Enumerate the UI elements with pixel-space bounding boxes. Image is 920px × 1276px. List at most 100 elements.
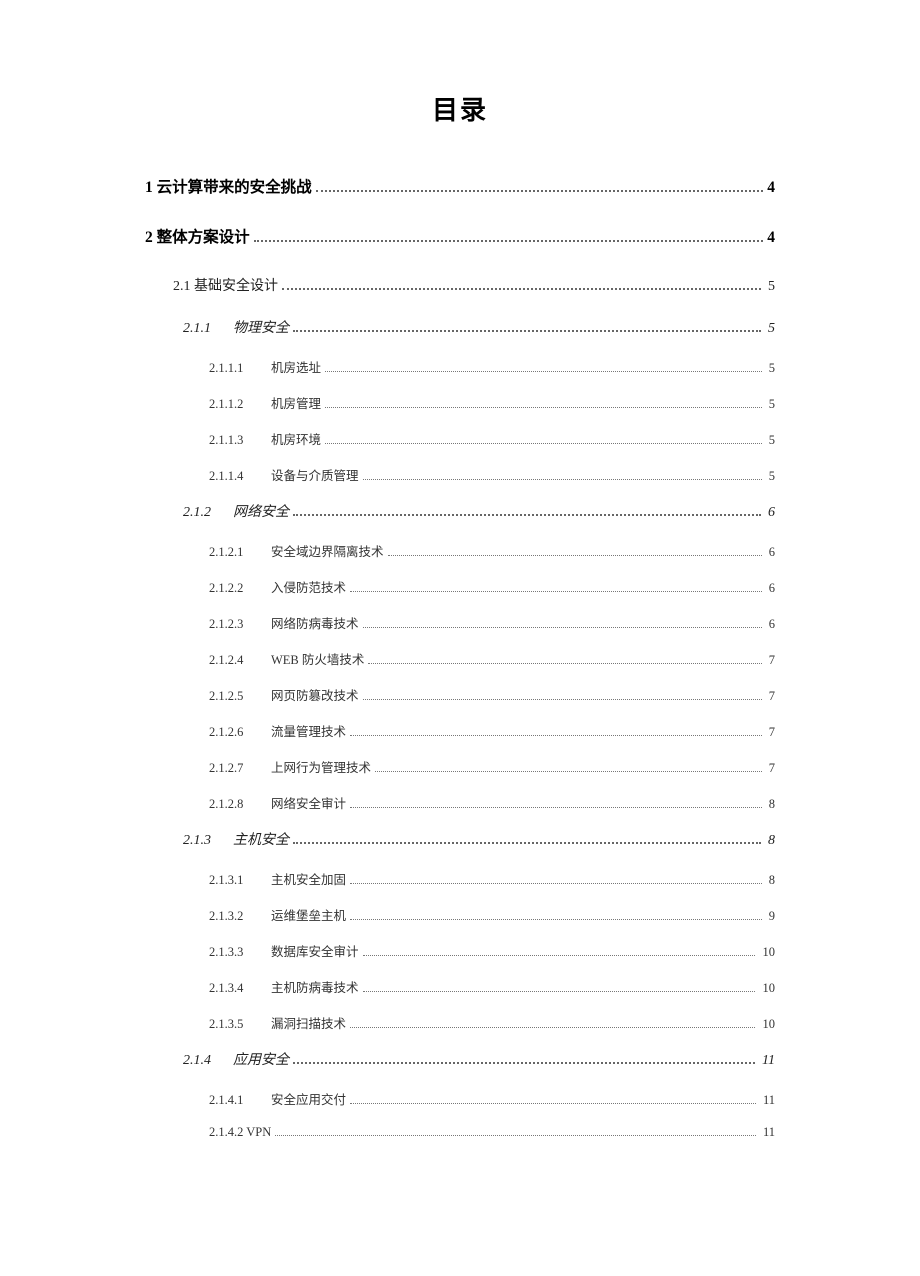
toc-entry: 2.1.3.3数据库安全审计 10 <box>209 941 775 960</box>
toc-entry: 2.1.1.2机房管理 5 <box>209 393 775 412</box>
toc-entry: 2.1 基础安全设计 5 <box>173 275 775 295</box>
leader-dots <box>254 228 764 242</box>
toc-entry: 2.1.2.8网络安全审计 8 <box>209 793 775 812</box>
entry-label: 2.1.1.1机房选址 <box>209 357 321 376</box>
entry-page: 8 <box>766 873 775 888</box>
leader-dots <box>363 689 762 700</box>
entry-label: 2.1.2.3网络防病毒技术 <box>209 613 359 632</box>
entry-page: 8 <box>766 797 775 812</box>
toc-entry: 2.1.2.4WEB 防火墙技术 7 <box>209 649 775 668</box>
entry-page: 6 <box>766 617 775 632</box>
entry-page: 11 <box>759 1053 775 1069</box>
toc-entry: 2.1.2.6流量管理技术 7 <box>209 721 775 740</box>
entry-page: 6 <box>766 545 775 560</box>
entry-page: 5 <box>765 279 776 295</box>
toc-entry: 2.1.2.1安全域边界隔离技术 6 <box>209 541 775 560</box>
toc-entry: 2.1.1.3机房环境 5 <box>209 429 775 448</box>
leader-dots <box>350 797 762 808</box>
leader-dots <box>316 178 764 192</box>
entry-page: 10 <box>759 945 775 960</box>
entry-page: 9 <box>766 909 775 924</box>
entry-page: 4 <box>767 179 775 197</box>
toc-entry: 2.1.4应用安全 11 <box>183 1049 775 1069</box>
entry-page: 11 <box>760 1093 775 1108</box>
leader-dots <box>293 503 761 516</box>
leader-dots <box>363 617 762 628</box>
entry-page: 7 <box>766 725 775 740</box>
entry-label: 2.1.3.1主机安全加固 <box>209 869 346 888</box>
leader-dots <box>325 397 762 408</box>
leader-dots <box>388 545 762 556</box>
entry-label: 2.1.2.7上网行为管理技术 <box>209 757 371 776</box>
leader-dots <box>282 277 761 290</box>
entry-label: 2.1.2.5网页防篡改技术 <box>209 685 359 704</box>
entry-label: 2.1.3.5漏洞扫描技术 <box>209 1013 346 1032</box>
leader-dots <box>375 761 762 772</box>
entry-label: 2.1.2.2入侵防范技术 <box>209 577 346 596</box>
leader-dots <box>293 319 761 332</box>
entry-label: 2.1.2.6流量管理技术 <box>209 721 346 740</box>
entry-label: 2.1.2.4WEB 防火墙技术 <box>209 649 364 668</box>
entry-label: 2.1.1.4设备与介质管理 <box>209 465 359 484</box>
entry-page: 6 <box>766 581 775 596</box>
toc-entry: 2.1.3.4主机防病毒技术 10 <box>209 977 775 996</box>
entry-label: 2.1.4.1安全应用交付 <box>209 1089 346 1108</box>
toc-entry: 2.1.2.5网页防篡改技术 7 <box>209 685 775 704</box>
entry-label: 2 整体方案设计 <box>145 225 250 247</box>
toc-title: 目录 <box>145 90 775 127</box>
entry-label: 2.1.4.2 VPN <box>209 1125 271 1140</box>
entry-page: 10 <box>759 1017 775 1032</box>
entry-label: 2.1.4应用安全 <box>183 1049 289 1069</box>
toc-body: 1 云计算带来的安全挑战 42 整体方案设计 42.1 基础安全设计 52.1.… <box>145 175 775 1140</box>
leader-dots <box>325 361 762 372</box>
entry-label: 1 云计算带来的安全挑战 <box>145 175 312 197</box>
toc-entry: 2.1.1.4设备与介质管理 5 <box>209 465 775 484</box>
toc-entry: 2.1.3主机安全 8 <box>183 829 775 849</box>
entry-label: 2.1.1物理安全 <box>183 317 289 337</box>
entry-label: 2.1.1.2机房管理 <box>209 393 321 412</box>
leader-dots <box>350 1093 756 1104</box>
leader-dots <box>275 1125 756 1136</box>
toc-entry: 2.1.2.3网络防病毒技术 6 <box>209 613 775 632</box>
toc-entry: 2.1.1物理安全 5 <box>183 317 775 337</box>
leader-dots <box>350 873 762 884</box>
entry-label: 2.1 基础安全设计 <box>173 275 278 295</box>
entry-page: 7 <box>766 689 775 704</box>
entry-label: 2.1.3.3数据库安全审计 <box>209 941 359 960</box>
entry-page: 5 <box>765 321 776 337</box>
leader-dots <box>325 433 762 444</box>
leader-dots <box>350 909 762 920</box>
leader-dots <box>350 725 762 736</box>
leader-dots <box>350 1017 755 1028</box>
leader-dots <box>293 831 761 844</box>
entry-page: 7 <box>766 761 775 776</box>
entry-label: 2.1.1.3机房环境 <box>209 429 321 448</box>
leader-dots <box>350 581 762 592</box>
toc-entry: 2.1.4.2 VPN 11 <box>209 1125 775 1140</box>
entry-page: 8 <box>765 833 776 849</box>
leader-dots <box>293 1051 755 1064</box>
leader-dots <box>363 469 762 480</box>
entry-page: 5 <box>766 397 775 412</box>
entry-page: 5 <box>766 433 775 448</box>
entry-label: 2.1.3.2运维堡垒主机 <box>209 905 346 924</box>
entry-page: 11 <box>760 1125 775 1140</box>
toc-entry: 2.1.3.5漏洞扫描技术 10 <box>209 1013 775 1032</box>
toc-entry: 2.1.2.2入侵防范技术 6 <box>209 577 775 596</box>
entry-page: 5 <box>766 361 775 376</box>
toc-entry: 2.1.2.7上网行为管理技术 7 <box>209 757 775 776</box>
leader-dots <box>363 981 756 992</box>
entry-page: 4 <box>767 229 775 247</box>
leader-dots <box>368 653 761 664</box>
entry-page: 7 <box>766 653 775 668</box>
entry-label: 2.1.3主机安全 <box>183 829 289 849</box>
toc-entry: 1 云计算带来的安全挑战 4 <box>145 175 775 197</box>
entry-page: 6 <box>765 505 776 521</box>
entry-page: 5 <box>766 469 775 484</box>
leader-dots <box>363 945 756 956</box>
toc-entry: 2.1.4.1安全应用交付 11 <box>209 1089 775 1108</box>
toc-entry: 2.1.3.1主机安全加固 8 <box>209 869 775 888</box>
toc-entry: 2.1.3.2运维堡垒主机 9 <box>209 905 775 924</box>
entry-page: 10 <box>759 981 775 996</box>
toc-entry: 2 整体方案设计 4 <box>145 225 775 247</box>
